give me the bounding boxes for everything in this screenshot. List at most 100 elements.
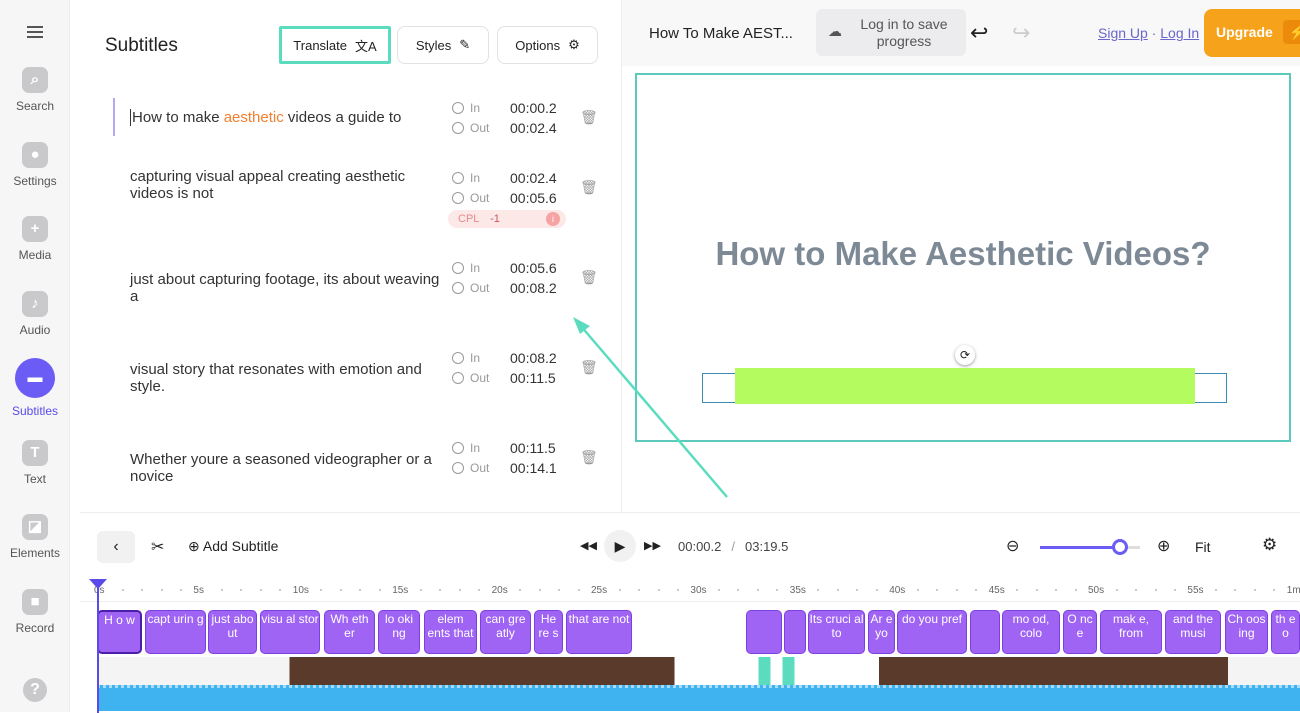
ruler-tick: 25s [591, 585, 608, 596]
ruler-dot [259, 589, 262, 591]
ruler-dot [339, 589, 342, 591]
subtitle-clip[interactable]: Ar e yo [868, 610, 895, 654]
subtitle-clip[interactable]: visu al stor [260, 610, 320, 654]
ruler-dot [160, 589, 163, 591]
ruler-dot [220, 589, 223, 591]
ruler-dot [717, 589, 720, 591]
ruler-dot [836, 589, 839, 591]
subtitle-clip[interactable]: Wh eth er [324, 610, 375, 654]
ruler-tick: 1m [1286, 585, 1300, 596]
subtitle-clip[interactable]: capt urin g [145, 610, 206, 654]
ruler-dot [916, 589, 919, 591]
ruler-dot [638, 589, 640, 591]
ruler-tick: 35s [789, 585, 806, 596]
back-button[interactable]: ‹ [97, 531, 135, 563]
subtitle-clip[interactable]: mo od, colo [1002, 610, 1060, 654]
ruler-dot [936, 589, 939, 591]
ruler-tick: 20s [491, 585, 508, 596]
subtitle-clip[interactable]: elem ents that [424, 610, 477, 654]
subtitle-clip[interactable]: and the musi [1165, 610, 1221, 654]
rewind-button[interactable]: ◀◀ [580, 539, 597, 552]
ruler-dot [439, 589, 442, 591]
subtitle-clip[interactable]: th e o [1271, 610, 1300, 654]
ruler-dot [1016, 589, 1019, 591]
subtitle-clip[interactable]: lo oki ng [378, 610, 420, 654]
ruler-dot [141, 589, 143, 591]
timeline-settings-icon[interactable]: ⚙ [1262, 535, 1277, 555]
ruler-dot [1154, 589, 1157, 591]
playhead[interactable] [89, 579, 107, 713]
ruler-dot [776, 589, 779, 591]
ruler-dot [419, 589, 422, 591]
audio-waveform[interactable] [97, 685, 1300, 711]
ruler-dot [478, 589, 481, 591]
ruler-dot [817, 589, 820, 591]
subtitle-clip[interactable]: can gre atly [480, 610, 531, 654]
ruler-tick: 45s [988, 585, 1005, 596]
play-button[interactable]: ▶ [604, 530, 636, 562]
time-divider: / [731, 539, 735, 554]
zoom-slider[interactable] [1040, 539, 1140, 555]
zoom-out-icon[interactable]: ⊖ [1006, 536, 1019, 556]
ruler-tick: 50s [1088, 585, 1105, 596]
ruler-dot [756, 589, 759, 591]
ruler-dot [577, 589, 580, 591]
zoom-in-icon[interactable]: ⊕ [1157, 536, 1170, 556]
ruler-dot [538, 589, 541, 591]
ruler-dot [378, 589, 381, 591]
ruler-dot [121, 589, 124, 591]
ruler-dot [1234, 589, 1237, 591]
timeline: ‹ ✂ ⊕ Add Subtitle ◀◀ ▶ ▶▶ 00:00.2 / 03:19… [80, 512, 1300, 713]
ruler-dot [458, 589, 461, 591]
ruler-dot [1115, 589, 1118, 591]
ruler-dot [677, 589, 679, 591]
subtitle-clip[interactable]: Ch oos ing [1225, 610, 1268, 654]
ruler-dot [1035, 589, 1038, 591]
ruler-dot [1214, 589, 1217, 591]
subtitle-clip[interactable] [784, 610, 806, 654]
ruler-tick: 40s [889, 585, 906, 596]
fit-button[interactable]: Fit [1195, 539, 1211, 555]
total-time: 03:19.5 [745, 539, 789, 554]
plus-circle-icon: ⊕ [188, 538, 203, 554]
current-time: 00:00.2 [678, 539, 722, 554]
add-subtitle-label: Add Subtitle [202, 538, 279, 554]
subtitle-clip[interactable]: Its cruci al to [808, 610, 865, 654]
subtitle-clip[interactable]: O nc e [1063, 610, 1097, 654]
ruler-dot [1174, 589, 1176, 591]
ruler-dot [875, 589, 878, 591]
ruler-dot [180, 589, 182, 591]
ruler-dot [558, 589, 561, 591]
ruler-tick: 5s [193, 585, 204, 596]
subtitle-clip[interactable] [970, 610, 1000, 654]
ruler-dot [519, 589, 522, 591]
scissors-icon[interactable]: ✂ [151, 537, 164, 557]
ruler-dot [240, 589, 243, 591]
ruler-tick: 55s [1187, 585, 1204, 596]
subtitle-clip[interactable]: mak e, from [1100, 610, 1162, 654]
ruler-dot [737, 589, 740, 591]
fast-forward-button[interactable]: ▶▶ [644, 539, 661, 552]
ruler-dot [955, 589, 958, 591]
ruler-dot [320, 589, 323, 591]
ruler-tick: 10s [292, 585, 309, 596]
ruler-dot [975, 589, 978, 591]
subtitle-clip[interactable]: that are not [566, 610, 632, 654]
subtitle-clip[interactable]: H o w [97, 610, 142, 654]
subtitle-clip[interactable]: just abo ut [208, 610, 257, 654]
ruler-dot [618, 589, 621, 591]
ruler-tick: 15s [392, 585, 409, 596]
ruler-dot [856, 589, 859, 591]
subtitle-clip[interactable]: He re s [534, 610, 563, 654]
subtitle-clip[interactable]: do you pref [897, 610, 967, 654]
ruler-dot [657, 589, 660, 591]
add-subtitle-button[interactable]: ⊕ Add Subtitle [188, 538, 278, 555]
subtitle-clip[interactable] [746, 610, 782, 654]
video-track[interactable] [97, 657, 1300, 685]
ruler-dot [279, 589, 282, 591]
ruler-dot [1135, 589, 1137, 591]
ruler-dot [359, 589, 362, 591]
ruler-dot [1273, 589, 1276, 591]
ruler-dot [1253, 589, 1256, 591]
ruler-tick: 30s [690, 585, 707, 596]
